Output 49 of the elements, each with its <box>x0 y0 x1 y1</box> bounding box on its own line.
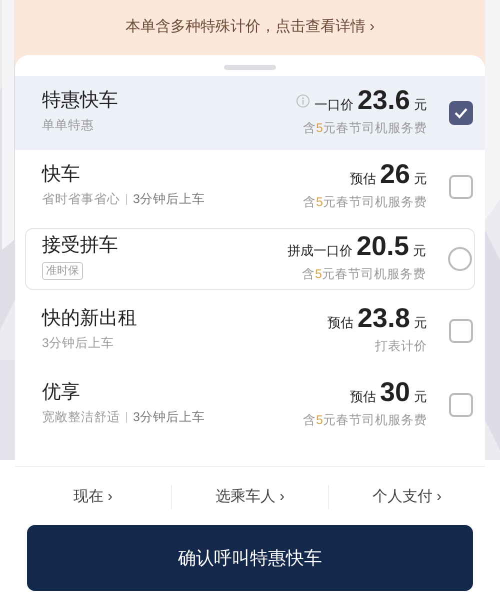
ride-option[interactable]: 快的新出租 3分钟后上车 预估 23.8 元 打表计价 <box>15 294 485 368</box>
price-label: 一口价 <box>314 96 354 114</box>
price: 23.8 <box>357 305 410 332</box>
currency-unit: 元 <box>414 170 427 188</box>
confirm-button[interactable]: 确认呼叫特惠快车 <box>27 525 473 591</box>
checkbox[interactable] <box>449 392 473 416</box>
currency-unit: 元 <box>414 314 427 332</box>
checkbox[interactable] <box>449 174 473 198</box>
footer-link[interactable]: 个人支付 › <box>329 484 485 509</box>
fee-note: 含5元春节司机服务费 <box>303 412 427 429</box>
fee-note: 含5元春节司机服务费 <box>301 266 426 283</box>
price: 23.6 <box>357 87 410 114</box>
option-tag: 省时省事省心 <box>42 190 120 209</box>
option-tag: 单单特惠 <box>42 116 94 135</box>
option-name: 接受拼车 <box>42 235 118 258</box>
price-label: 预估 <box>327 314 354 332</box>
currency-unit: 元 <box>414 388 427 406</box>
option-name: 优享 <box>42 382 81 406</box>
price-label: 预估 <box>350 388 376 406</box>
footer-link[interactable]: 现在 › <box>15 484 171 509</box>
footer-link[interactable]: 选乘车人 › <box>172 484 328 509</box>
option-tag: 3分钟后上车 <box>133 190 205 209</box>
price: 26 <box>380 161 410 188</box>
currency-unit: 元 <box>414 96 427 114</box>
ride-option[interactable]: 特惠快车 单单特惠 一口价 23.6 元 含5元春节司机服务费 <box>15 76 485 150</box>
ride-option[interactable]: 快车 省时省事省心 3分钟后上车 预估 26 元 含5元春节司机服务费 <box>15 150 485 224</box>
option-name: 快的新出租 <box>42 308 137 332</box>
price-label: 拼成一口价 <box>287 242 352 260</box>
fee-note: 含5元春节司机服务费 <box>302 120 427 137</box>
price: 20.5 <box>356 233 409 260</box>
checkbox[interactable] <box>449 318 473 342</box>
check-icon <box>454 106 468 118</box>
currency-unit: 元 <box>413 242 426 260</box>
fee-note: 打表计价 <box>374 338 427 355</box>
info-icon[interactable] <box>296 94 310 108</box>
checkbox[interactable] <box>449 100 473 124</box>
option-tag: 3分钟后上车 <box>133 408 205 427</box>
option-tag: 3分钟后上车 <box>42 334 114 353</box>
price: 30 <box>380 379 410 406</box>
carpool-option[interactable]: 接受拼车 准时保 拼成一口价 20.5 元 含5元春节司机服务费 <box>25 228 475 290</box>
option-name: 特惠快车 <box>42 90 118 114</box>
ride-option[interactable]: 优享 宽敞整洁舒适 3分钟后上车 预估 30 元 含5元春节司机服务费 <box>15 368 485 442</box>
price-label: 预估 <box>350 170 376 188</box>
drag-handle[interactable] <box>224 64 276 70</box>
option-name: 快车 <box>42 164 81 188</box>
option-badge: 准时保 <box>42 262 83 280</box>
option-tag: 宽敞整洁舒适 <box>42 408 120 427</box>
checkbox[interactable] <box>448 246 472 270</box>
fee-note: 含5元春节司机服务费 <box>303 194 427 211</box>
